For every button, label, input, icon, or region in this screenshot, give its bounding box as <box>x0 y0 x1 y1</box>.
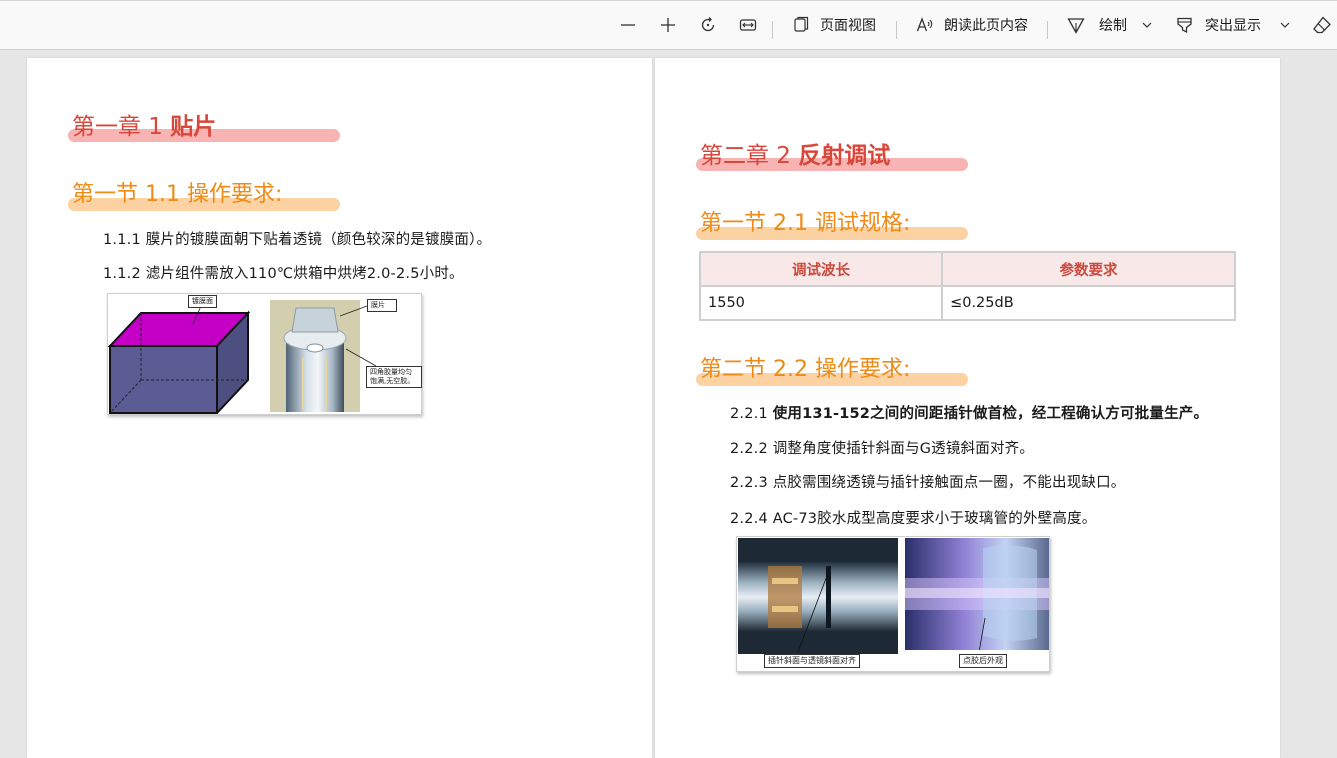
item-text-bold: 使用131-152之间的间距插针做首检，经工程确认方可批量生产。 <box>772 406 1209 422</box>
plus-icon <box>661 18 675 32</box>
callout-coated-face: 镀膜面 <box>188 295 217 309</box>
filter-photo <box>270 300 360 412</box>
chevron-down-icon <box>1280 22 1290 28</box>
highlight-options-dropdown[interactable] <box>1278 9 1292 41</box>
instruction-item: 2.2.3 点胶需围绕透镜与插针接触面点一圈，不能出现缺口。 <box>730 475 1126 491</box>
glue-result-photo <box>905 538 1049 650</box>
section-title: 第一节 2.1 调试规格: <box>700 211 911 236</box>
table-cell: 1550 <box>698 285 944 321</box>
table-row: 1550 ≤0.25dB <box>698 285 1236 321</box>
zoom-in-button[interactable] <box>658 9 678 41</box>
draw-button[interactable]: 绘制 <box>1066 9 1127 41</box>
toolbar-divider <box>896 21 897 39</box>
callout-glue-note: 四角胶量均匀饱满,无空胶。 <box>366 366 422 389</box>
draw-label: 绘制 <box>1099 18 1127 34</box>
column-header: 参数要求 <box>941 251 1236 287</box>
highlight-label: 突出显示 <box>1205 18 1261 34</box>
rotate-button[interactable] <box>698 9 718 41</box>
read-aloud-label: 朗读此页内容 <box>944 18 1028 34</box>
toolbar-divider <box>1047 21 1048 39</box>
fit-width-icon <box>739 19 757 31</box>
highlight-button[interactable]: 突出显示 <box>1175 9 1261 41</box>
rotate-icon <box>701 17 715 32</box>
document-page-left: 第一章 1 贴片 第一节 1.1 操作要求: 1.1.1 膜片的镀膜面朝下贴着透… <box>27 58 652 758</box>
column-header: 调试波长 <box>698 251 944 287</box>
read-aloud-button[interactable]: 朗读此页内容 <box>915 9 1028 41</box>
filter-figure: 镀膜面 膜片 四角胶量均匀饱满,无空胶。 <box>107 293 422 415</box>
spec-table: 调试波长 参数要求 1550 ≤0.25dB <box>698 251 1236 321</box>
fit-width-button[interactable] <box>738 9 758 41</box>
section-title: 第二节 2.2 操作要求: <box>700 357 911 382</box>
chapter-title: 反射调试 <box>798 143 891 169</box>
instruction-item: 2.2.2 调整角度使插针斜面与G透镜斜面对齐。 <box>730 441 1035 457</box>
erase-button[interactable] <box>1312 9 1332 41</box>
table-header-row: 调试波长 参数要求 <box>698 251 1236 287</box>
page-view-icon <box>794 16 809 32</box>
document-page-right: 第二章 2 反射调试 第一节 2.1 调试规格: 调试波长 参数要求 1550 … <box>655 58 1280 758</box>
toolbar-divider <box>772 21 773 39</box>
highlighter-icon <box>1177 17 1192 34</box>
instruction-item: 2.2.1 使用131-152之间的间距插针做首检，经工程确认方可批量生产。 <box>730 402 1208 423</box>
table-cell: ≤0.25dB <box>941 285 1236 321</box>
draw-pen-icon <box>1067 18 1085 34</box>
ferrule-alignment-photo <box>738 538 898 654</box>
item-number: 2.2.1 <box>730 406 773 422</box>
callout-after-glue: 点胶后外观 <box>959 654 1007 669</box>
chapter-number: 第一章 1 <box>72 114 171 140</box>
read-aloud-icon <box>916 17 933 32</box>
draw-options-dropdown[interactable] <box>1140 9 1154 41</box>
section-heading: 第一节 2.1 调试规格: <box>696 211 968 240</box>
chapter-heading: 第一章 1 贴片 <box>68 114 340 142</box>
instruction-item: 2.2.4 AC-73胶水成型高度要求小于玻璃管的外壁高度。 <box>730 511 1097 527</box>
alignment-figure: 插针斜面与透镜斜面对齐 点胶后外观 <box>736 536 1050 672</box>
chapter-number: 第二章 2 <box>700 143 799 169</box>
page-view-button[interactable]: 页面视图 <box>792 9 876 41</box>
section-title: 第一节 1.1 操作要求: <box>72 182 283 207</box>
section-heading: 第二节 2.2 操作要求: <box>696 357 968 386</box>
section-heading: 第一节 1.1 操作要求: <box>68 182 340 211</box>
callout-film: 膜片 <box>367 299 397 313</box>
reader-toolbar: 页面视图 朗读此页内容 绘制 突出显示 <box>0 0 1337 50</box>
chapter-heading: 第二章 2 反射调试 <box>696 143 968 171</box>
page-view-label: 页面视图 <box>820 18 876 34</box>
instruction-item: 1.1.2 滤片组件需放入110℃烘箱中烘烤2.0-2.5小时。 <box>103 266 464 282</box>
chevron-down-icon <box>1142 22 1152 28</box>
callout-align: 插针斜面与透镜斜面对齐 <box>764 654 860 669</box>
eraser-icon <box>1313 16 1331 34</box>
zoom-out-button[interactable] <box>618 9 638 41</box>
chapter-title: 贴片 <box>170 114 217 140</box>
filter-cube-diagram <box>108 305 251 414</box>
instruction-item: 1.1.1 膜片的镀膜面朝下贴着透镜（颜色较深的是镀膜面）。 <box>103 232 492 248</box>
minus-icon <box>621 24 635 26</box>
